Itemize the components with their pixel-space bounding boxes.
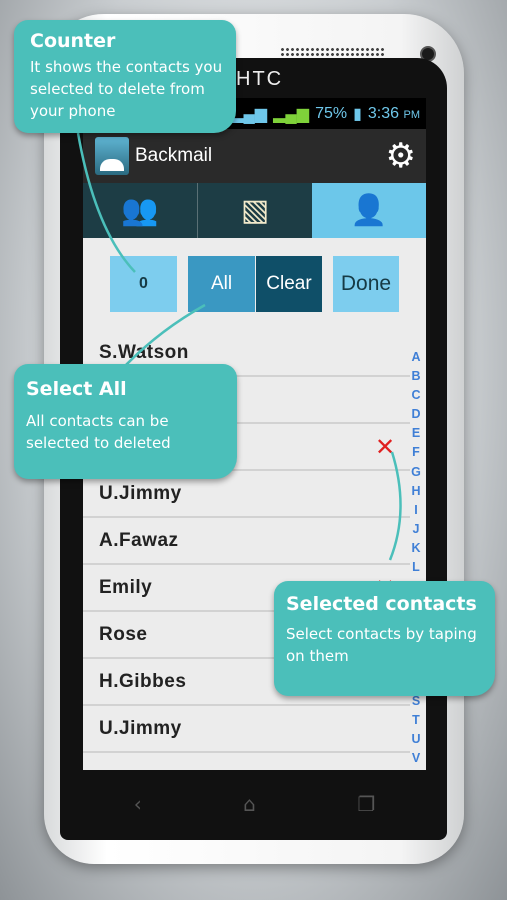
callout-text: All contacts can be selected to deleted (26, 412, 171, 452)
counter-connector (76, 132, 136, 273)
selected-contacts-callout: Selected contacts Select contacts by tap… (274, 581, 495, 696)
select-all-connector (124, 303, 206, 367)
selected-connector (388, 451, 402, 561)
callout-title: Counter (30, 30, 116, 52)
callout-title: Select All (26, 378, 127, 400)
counter-callout: Counter It shows the contacts you select… (14, 20, 236, 133)
callout-text: Select contacts by taping on them (286, 625, 477, 665)
callout-title: Selected contacts (286, 593, 477, 615)
select-all-callout: Select All All contacts can be selected … (14, 364, 237, 479)
callout-text: It shows the contacts you selected to de… (30, 58, 223, 120)
